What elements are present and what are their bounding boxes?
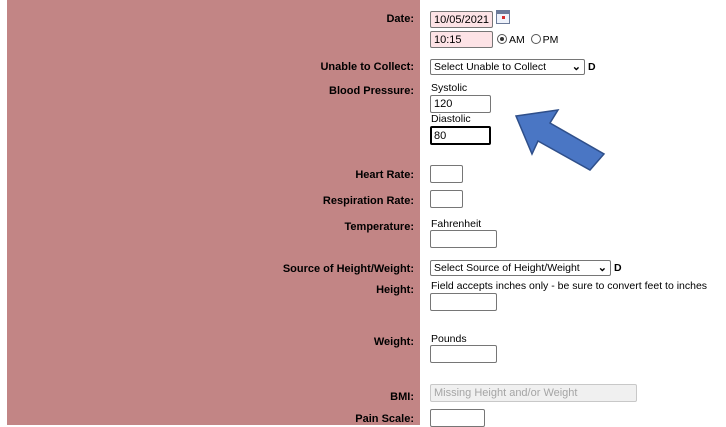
weight-input[interactable] bbox=[430, 345, 497, 363]
temperature-label: Temperature: bbox=[344, 221, 414, 233]
systolic-input[interactable] bbox=[430, 95, 491, 113]
diastolic-input[interactable] bbox=[430, 126, 491, 145]
pm-radio[interactable] bbox=[530, 34, 541, 44]
unable-to-collect-select[interactable]: Select Unable to Collect ⌄ bbox=[430, 59, 585, 75]
am-pm-group: AM PM bbox=[497, 34, 558, 46]
date-label: Date: bbox=[386, 13, 414, 25]
unable-to-collect-value: Select Unable to Collect bbox=[434, 61, 547, 73]
height-input[interactable] bbox=[430, 293, 497, 311]
temperature-input[interactable] bbox=[430, 230, 497, 248]
calendar-icon[interactable] bbox=[496, 10, 510, 24]
pm-label: PM bbox=[542, 34, 559, 46]
time-input[interactable] bbox=[430, 31, 493, 48]
bmi-label: BMI: bbox=[390, 391, 414, 403]
arrow-annotation-icon bbox=[514, 109, 606, 171]
chevron-down-icon: ⌄ bbox=[571, 61, 581, 73]
height-label: Height: bbox=[376, 284, 414, 296]
height-hint: Field accepts inches only - be sure to c… bbox=[431, 280, 708, 292]
source-height-weight-label: Source of Height/Weight: bbox=[282, 263, 414, 275]
weight-unit-label: Pounds bbox=[431, 333, 467, 345]
pain-scale-label: Pain Scale: bbox=[355, 413, 414, 425]
weight-label: Weight: bbox=[373, 336, 414, 348]
source-height-weight-suffix: D bbox=[614, 262, 622, 274]
chevron-down-icon: ⌄ bbox=[597, 262, 607, 274]
am-label: AM bbox=[509, 34, 525, 46]
temperature-unit-label: Fahrenheit bbox=[431, 218, 482, 230]
date-input[interactable] bbox=[430, 11, 493, 28]
source-height-weight-value: Select Source of Height/Weight bbox=[434, 262, 580, 274]
am-radio[interactable] bbox=[497, 34, 507, 44]
respiration-rate-label: Respiration Rate: bbox=[322, 195, 414, 207]
pain-scale-input[interactable] bbox=[430, 409, 485, 427]
heart-rate-input[interactable] bbox=[430, 165, 463, 183]
systolic-label: Systolic bbox=[431, 82, 468, 94]
heart-rate-label: Heart Rate: bbox=[355, 169, 414, 181]
unable-to-collect-suffix: D bbox=[588, 61, 596, 73]
source-height-weight-select[interactable]: Select Source of Height/Weight ⌄ bbox=[430, 260, 611, 276]
bmi-input bbox=[430, 384, 637, 402]
unable-to-collect-label: Unable to Collect: bbox=[320, 61, 414, 73]
respiration-rate-input[interactable] bbox=[430, 190, 463, 208]
blood-pressure-label: Blood Pressure: bbox=[329, 85, 414, 97]
diastolic-label: Diastolic bbox=[431, 113, 471, 125]
